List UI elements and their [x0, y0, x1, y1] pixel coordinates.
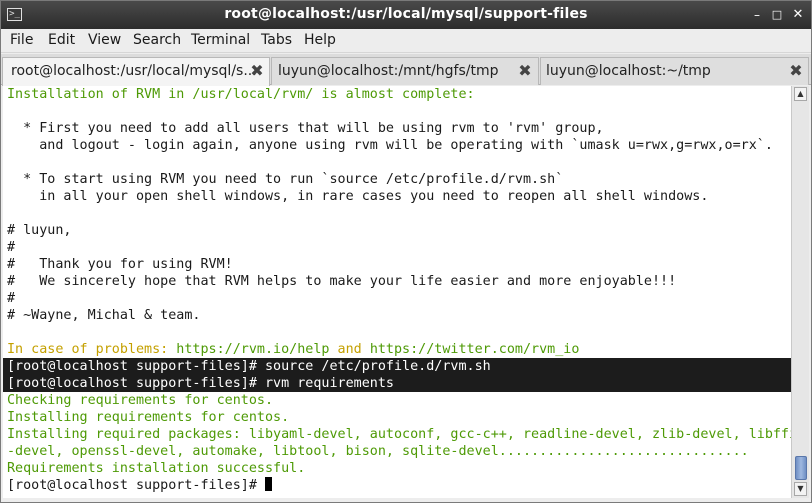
tab-close-icon[interactable]: ✖: [249, 62, 265, 80]
scrollbar-thumb[interactable]: [795, 456, 807, 480]
tab-label: luyun@localhost:~/tmp: [546, 63, 711, 79]
menu-tabs[interactable]: Tabs: [261, 32, 292, 48]
terminal-line-highlighted: [root@localhost support-files]# source /…: [3, 358, 791, 375]
vertical-scrollbar[interactable]: ▲ ▼: [791, 86, 809, 498]
menu-bar: File Edit View Search Terminal Tabs Help: [1, 29, 811, 53]
menu-terminal[interactable]: Terminal: [191, 32, 250, 48]
terminal-line: # Thank you for using RVM!: [7, 257, 233, 272]
close-window-button[interactable]: ✕: [790, 7, 806, 23]
tab-luyun-hgfs[interactable]: luyun@localhost:/mnt/hgfs/tmp ✖: [271, 57, 539, 85]
terminal-window: >_ root@localhost:/usr/local/mysql/suppo…: [0, 0, 812, 503]
terminal-line: #: [7, 291, 16, 306]
terminal-line-highlighted: [root@localhost support-files]# rvm requ…: [3, 375, 791, 392]
terminal-line: Checking requirements for centos.: [7, 393, 274, 408]
maximize-button[interactable]: □: [769, 7, 785, 23]
terminal-output[interactable]: Installation of RVM in /usr/local/rvm/ i…: [3, 86, 791, 498]
problems-label: In case of problems:: [7, 342, 169, 357]
text-cursor: [264, 477, 272, 491]
scroll-down-arrow-icon[interactable]: ▼: [794, 482, 807, 496]
terminal-line: # We sincerely hope that RVM helps to ma…: [7, 274, 677, 289]
scroll-up-arrow-icon[interactable]: ▲: [794, 87, 807, 101]
terminal-line: #: [7, 240, 16, 255]
menu-view[interactable]: View: [88, 32, 121, 48]
title-bar[interactable]: >_ root@localhost:/usr/local/mysql/suppo…: [1, 1, 811, 29]
window-title: root@localhost:/usr/local/mysql/support-…: [224, 6, 588, 22]
tab-close-icon[interactable]: ✖: [788, 62, 804, 80]
rvm-twitter-link[interactable]: https://twitter.com/rvm_io: [370, 342, 580, 357]
menu-search[interactable]: Search: [133, 32, 181, 48]
menu-help[interactable]: Help: [304, 32, 336, 48]
terminal-line: in all your open shell windows, in rare …: [7, 189, 709, 204]
terminal-line: Requirements installation successful.: [7, 461, 306, 476]
minimize-button[interactable]: –: [749, 7, 765, 23]
problems-and: and: [329, 342, 370, 357]
terminal-line: # luyun,: [7, 223, 72, 238]
menu-file[interactable]: File: [10, 32, 33, 48]
tab-luyun-tmp[interactable]: luyun@localhost:~/tmp ✖: [540, 57, 809, 85]
terminal-line: -devel, openssl-devel, automake, libtool…: [7, 444, 749, 459]
terminal-line: Installing requirements for centos.: [7, 410, 290, 425]
tab-close-icon[interactable]: ✖: [517, 62, 533, 80]
tab-bar: root@localhost:/usr/local/mysql/s... ✖ l…: [1, 54, 811, 86]
terminal-line: # ~Wayne, Michal & team.: [7, 308, 201, 323]
prompt-line[interactable]: [root@localhost support-files]#: [3, 477, 272, 494]
terminal-line: * First you need to add all users that w…: [7, 121, 604, 136]
rvm-help-link[interactable]: https://rvm.io/help: [168, 342, 329, 357]
terminal-line: Installation of RVM in /usr/local/rvm/ i…: [7, 87, 475, 102]
tab-label: luyun@localhost:/mnt/hgfs/tmp: [278, 63, 499, 79]
problems-line: In case of problems: https://rvm.io/help…: [3, 341, 579, 358]
terminal-line: and logout - login again, anyone using r…: [7, 138, 773, 153]
tab-label: root@localhost:/usr/local/mysql/s...: [11, 63, 257, 79]
tab-root-mysql[interactable]: root@localhost:/usr/local/mysql/s... ✖: [2, 57, 270, 86]
terminal-line: Installing required packages: libyaml-de…: [7, 427, 791, 442]
menu-edit[interactable]: Edit: [48, 32, 75, 48]
prompt-text: [root@localhost support-files]#: [7, 478, 265, 493]
terminal-line: * To start using RVM you need to run `so…: [7, 172, 564, 187]
